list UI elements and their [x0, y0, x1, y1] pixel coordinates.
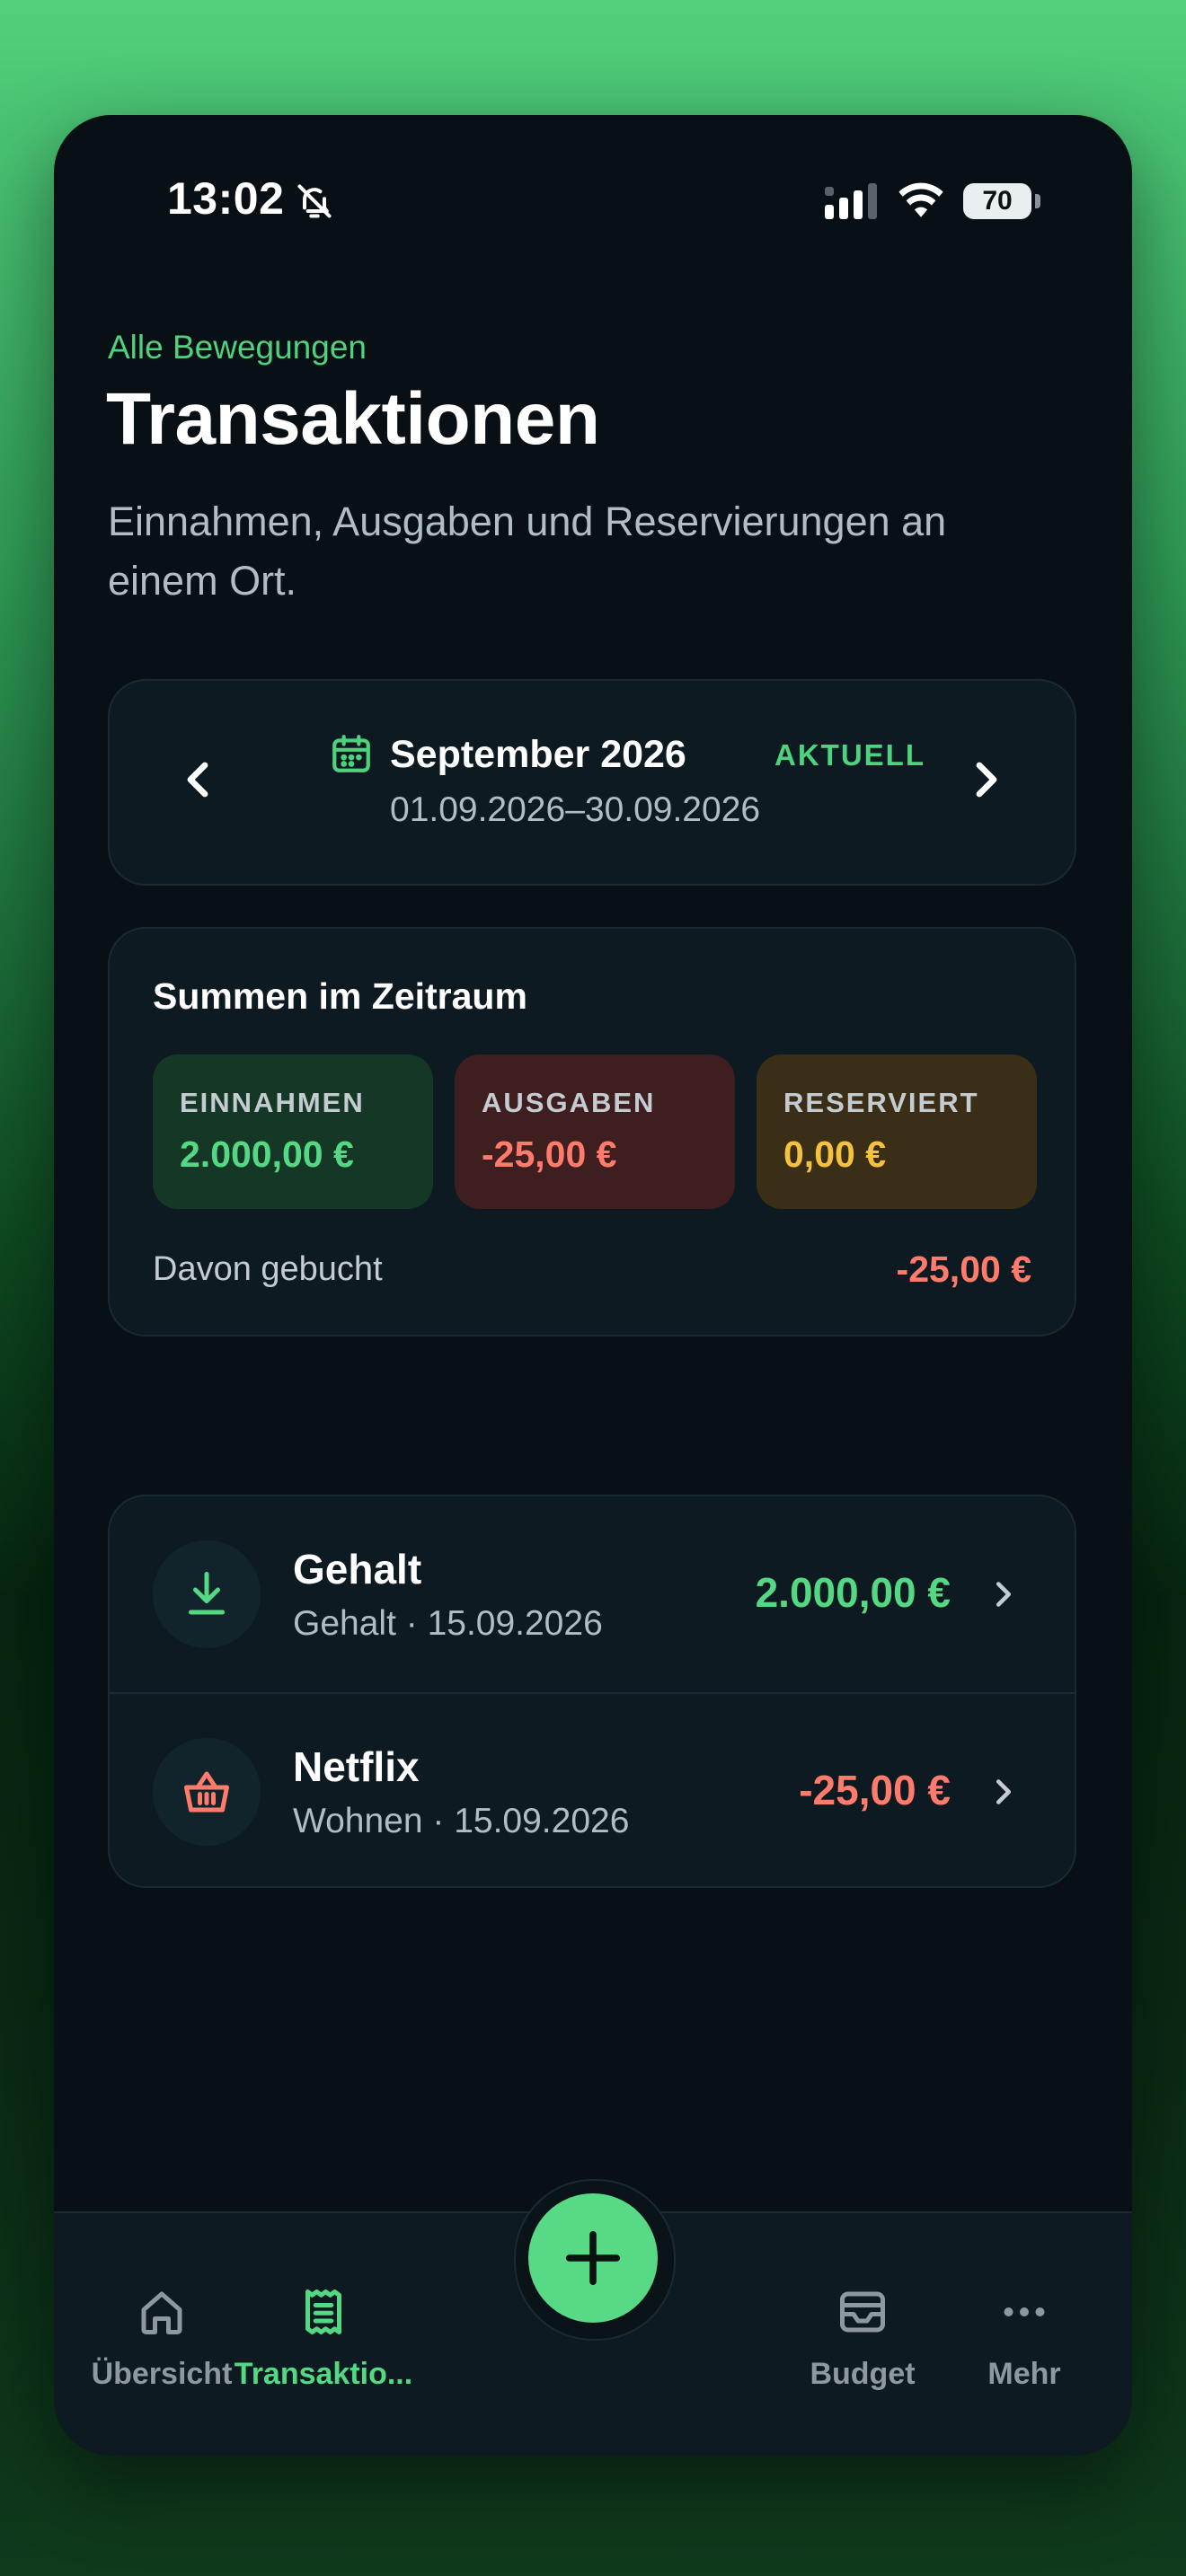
reserved-value: 0,00 €	[783, 1134, 886, 1175]
tab-mehr[interactable]: Mehr	[916, 2213, 1132, 2393]
totals-title: Summen im Zeitraum	[153, 975, 527, 1017]
more-icon	[1004, 2307, 1045, 2316]
page-subtitle: Einnahmen, Ausgaben und Reservierungen a…	[108, 498, 947, 604]
plus-icon	[565, 2230, 621, 2286]
status-time: 13:02	[167, 173, 285, 224]
transaction-row-gehalt[interactable]: Gehalt Gehalt · 15.09.2026 2.000,00 €	[110, 1496, 1075, 1694]
transaction-name: Netflix	[293, 1743, 420, 1790]
chevron-right-icon	[996, 1779, 1012, 1804]
expenses-label: AUSGABEN	[482, 1087, 656, 1118]
transaction-row-netflix[interactable]: Netflix Wohnen · 15.09.2026 -25,00 €	[110, 1694, 1075, 1886]
tab-transaktionen[interactable]: Transaktio...	[216, 2213, 431, 2393]
income-label: EINNAHMEN	[180, 1087, 365, 1118]
cellular-signal-icon	[825, 183, 877, 219]
tab-label: Transaktio...	[234, 2357, 413, 2391]
booked-label: Davon gebucht	[153, 1250, 383, 1288]
battery-level: 70	[963, 183, 1031, 219]
income-value: 2.000,00 €	[180, 1134, 354, 1175]
transaction-icon-badge	[153, 1738, 261, 1846]
transaction-amount: -25,00 €	[799, 1767, 951, 1813]
transaction-amount: 2.000,00 €	[755, 1569, 951, 1616]
reserved-tile: RESERVIERT 0,00 €	[757, 1054, 1037, 1209]
previous-period-button[interactable]	[164, 744, 235, 816]
download-icon	[189, 1572, 225, 1615]
page-title: Transaktionen	[106, 378, 600, 460]
receipt-icon	[305, 2289, 341, 2334]
page-eyebrow: Alle Bewegungen	[108, 329, 367, 366]
current-period-badge: AKTUELL	[774, 738, 925, 772]
expenses-tile: AUSGABEN -25,00 €	[455, 1054, 735, 1209]
booked-value: -25,00 €	[896, 1248, 1031, 1290]
next-period-button[interactable]	[949, 744, 1021, 816]
totals-card: Summen im Zeitraum EINNAHMEN 2.000,00 € …	[108, 927, 1076, 1337]
tab-label: Mehr	[987, 2357, 1061, 2391]
transaction-meta: Gehalt · 15.09.2026	[293, 1604, 603, 1643]
period-range: 01.09.2026–30.09.2026	[390, 790, 761, 829]
basket-icon	[184, 1771, 229, 1813]
transaction-meta: Wohnen · 15.09.2026	[293, 1802, 630, 1840]
add-transaction-button[interactable]	[528, 2193, 658, 2323]
calendar-icon	[332, 735, 370, 772]
battery-tip	[1035, 194, 1040, 208]
income-tile: EINNAHMEN 2.000,00 €	[153, 1054, 433, 1209]
expenses-value: -25,00 €	[482, 1134, 617, 1175]
phone-screen: 13:02 70 Alle Bewegungen Transaktionen E…	[54, 115, 1132, 2456]
transaction-icon-badge	[153, 1540, 261, 1648]
chevron-left-icon	[187, 762, 208, 798]
transaction-list: Gehalt Gehalt · 15.09.2026 2.000,00 € Ne…	[108, 1495, 1076, 1888]
wifi-icon	[898, 182, 943, 217]
bell-muted-icon	[297, 184, 332, 218]
reserved-label: RESERVIERT	[783, 1087, 979, 1118]
chevron-right-icon	[976, 762, 997, 798]
period-selector: September 2026 AKTUELL 01.09.2026–30.09.…	[108, 679, 1076, 886]
inbox-icon	[840, 2291, 885, 2333]
transaction-name: Gehalt	[293, 1546, 422, 1592]
period-label[interactable]: September 2026	[390, 733, 686, 777]
chevron-right-icon	[996, 1582, 1012, 1607]
home-icon	[141, 2291, 182, 2334]
